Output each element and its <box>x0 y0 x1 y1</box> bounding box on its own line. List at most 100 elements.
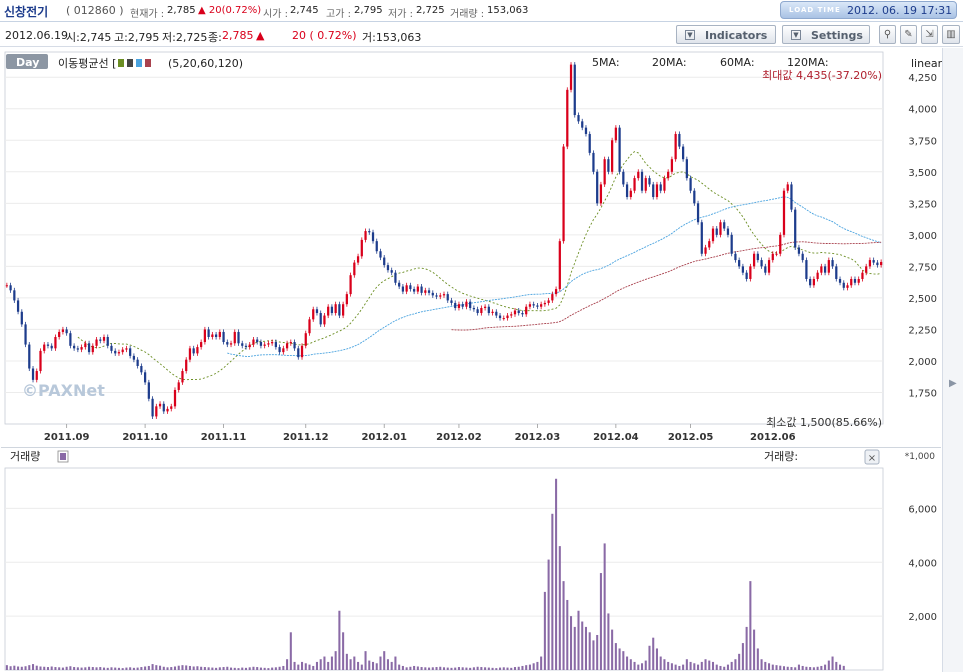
volume-bar <box>267 668 270 670</box>
candle-body <box>588 133 591 153</box>
candle-body <box>65 329 68 334</box>
candle-body <box>704 247 707 254</box>
volume-bar <box>465 667 468 670</box>
price-tick-label: 2,000 <box>908 357 937 368</box>
volume-bar <box>416 666 419 670</box>
volume-bar <box>323 656 326 670</box>
candle-body <box>256 339 259 343</box>
load-time-label: LOAD TIME <box>789 6 841 14</box>
candle-body <box>46 344 50 346</box>
volume-axis: 2,000 4,000 6,000 <box>908 504 937 623</box>
candle-body <box>618 127 621 172</box>
candle-body <box>233 331 236 344</box>
ma-label: 이동평균선 [ <box>58 57 116 70</box>
candle-body <box>431 292 434 296</box>
volume-bar <box>562 581 565 670</box>
volume-bar <box>484 667 487 670</box>
date-tick-label: 2011.10 <box>122 432 168 443</box>
candle-body <box>368 231 371 233</box>
volume-bar <box>173 666 177 670</box>
volume-bar <box>308 664 311 670</box>
volume-bar <box>663 659 666 670</box>
candle-body <box>282 348 285 353</box>
volume-bar <box>786 666 789 670</box>
candle-body <box>173 389 177 407</box>
volume-bar <box>312 665 315 670</box>
candle-body <box>498 315 502 319</box>
date-tick-label: 2012.06 <box>750 432 796 443</box>
settings-button[interactable]: ▼ Settings <box>782 25 870 44</box>
candle-body <box>129 348 132 356</box>
volume-bar <box>842 665 845 670</box>
low-price-value: 2,725 <box>416 5 445 16</box>
candle-body <box>9 285 12 291</box>
price-axis: 1,750 2,000 2,250 2,500 2,750 3,000 3,250 3,500… <box>908 73 937 399</box>
candle-body <box>652 184 655 198</box>
volume-tick-label: 4,000 <box>908 558 937 569</box>
volume-bar <box>812 667 815 670</box>
candle-body <box>5 285 8 287</box>
volume-bar <box>469 667 472 670</box>
volume-bar <box>824 664 827 670</box>
volume-bar <box>177 665 180 670</box>
volume-bar <box>300 661 304 670</box>
date-tick-label: 2012.03 <box>515 432 561 443</box>
info-close-label: 종: <box>208 31 222 44</box>
current-price-label: 현재가 : <box>130 9 165 20</box>
candle-body <box>20 311 23 325</box>
volume-bar <box>816 666 819 670</box>
dropdown-icon: ▼ <box>685 30 695 40</box>
volume-bar <box>409 666 412 670</box>
layout-icon[interactable]: ▥ <box>942 25 960 44</box>
candle-body <box>521 313 524 315</box>
candle-body <box>577 115 580 122</box>
candle-body <box>469 301 472 308</box>
volume-bar <box>58 667 61 670</box>
chevron-right-icon[interactable]: ▶ <box>949 378 957 389</box>
volume-bar <box>80 667 83 670</box>
volume-bar <box>446 667 449 670</box>
candle-body <box>371 232 375 242</box>
candle-body <box>259 342 263 346</box>
volume-bar <box>700 661 703 670</box>
volume-bar <box>293 661 296 670</box>
date-tick-label: 2011.09 <box>44 432 90 443</box>
candle-body <box>61 329 65 332</box>
candle-body <box>711 228 715 242</box>
volume-bar <box>487 667 490 670</box>
pencil-icon[interactable]: ✎ <box>900 25 917 44</box>
open-price-label: 시가 : <box>263 9 288 20</box>
candle-body <box>121 349 124 353</box>
volume-legend: 거래량: <box>764 450 798 463</box>
stock-chart[interactable]: Day 이동평균선 [ (5,20,60,120) 5MA: 20MA: 60M… <box>0 48 963 672</box>
candle-body <box>495 311 498 316</box>
candle-body <box>416 286 419 292</box>
volume-bar <box>159 665 162 670</box>
volume-bar <box>9 666 12 670</box>
candle-body <box>491 311 494 314</box>
volume-bar <box>584 626 588 670</box>
candle-body <box>278 347 281 353</box>
candle-body <box>297 348 300 358</box>
candle-body <box>622 171 625 185</box>
candle-body <box>831 260 834 267</box>
fit-icon[interactable]: ⇲ <box>921 25 938 44</box>
candle-body <box>599 184 603 204</box>
volume-bar <box>31 664 35 670</box>
right-scroll-strip[interactable]: ▶ <box>942 48 963 672</box>
ma20-legend: 20MA: <box>652 56 687 69</box>
ma20-swatch <box>127 59 133 67</box>
volume-bar <box>640 663 644 670</box>
candle-body <box>54 336 57 349</box>
volume-bar <box>506 667 509 670</box>
candle-body <box>446 294 449 301</box>
pin-icon[interactable]: ⚲ <box>879 25 896 44</box>
indicators-button[interactable]: ▼ Indicators <box>676 25 776 44</box>
volume-bar <box>319 659 322 670</box>
candle-body <box>715 228 718 235</box>
volume-bar <box>192 666 195 670</box>
price-tick-label: 3,500 <box>908 168 937 179</box>
volume-bar <box>196 666 199 670</box>
candle-body <box>640 171 644 191</box>
candle-body <box>726 228 730 235</box>
